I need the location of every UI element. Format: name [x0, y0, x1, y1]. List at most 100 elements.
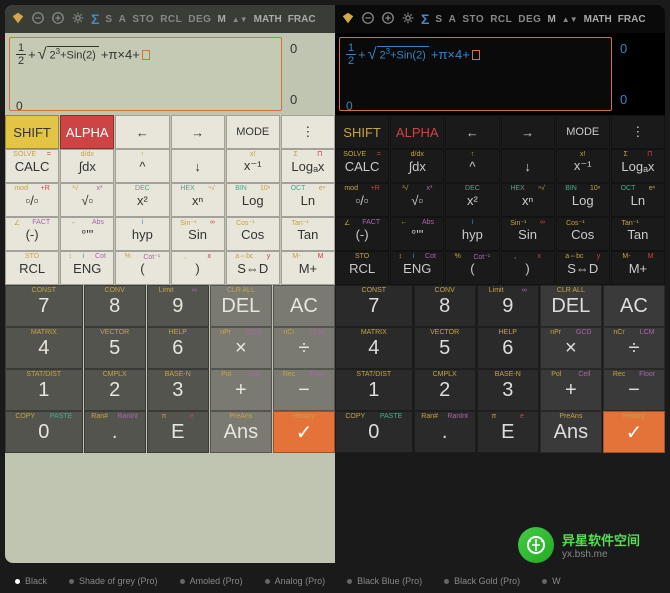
key-logx[interactable]: ΣΠ Logₐx — [281, 149, 335, 183]
key-logx[interactable]: ΣΠ Logₐx — [611, 149, 665, 183]
key-shift[interactable]: SHIFT — [5, 115, 59, 149]
key-sym[interactable]: ∠FACT (-) — [5, 217, 59, 251]
plus-icon[interactable] — [381, 11, 395, 28]
key-sym[interactable]: PolCeil + — [210, 369, 272, 411]
key-8[interactable]: CONV 8 — [84, 285, 146, 327]
key-sym[interactable]: ↑ ^ — [445, 149, 499, 183]
theme-option[interactable]: Black Gold (Pro) — [444, 576, 520, 586]
key-log[interactable]: BIN10ⁿ Log — [556, 183, 610, 217]
key-sym[interactable]: ⋮ — [281, 115, 335, 149]
key-sym[interactable]: ⋮ — [611, 115, 665, 149]
key-log[interactable]: BIN10ⁿ Log — [226, 183, 280, 217]
key-sym[interactable]: ← — [445, 115, 499, 149]
key-mode[interactable]: MODE — [556, 115, 610, 149]
theme-option[interactable]: W — [542, 576, 561, 586]
key-del[interactable]: CLR ALL DEL — [540, 285, 602, 327]
key-calc[interactable]: SOLVE= CALC — [335, 149, 389, 183]
key-ac[interactable]: AC — [603, 285, 665, 327]
theme-option[interactable]: Amoled (Pro) — [180, 576, 243, 586]
key-sym[interactable]: PolCeil + — [540, 369, 602, 411]
key-hyp[interactable]: i hyp — [445, 217, 499, 251]
gear-icon[interactable] — [71, 11, 85, 28]
key-sym[interactable]: → — [171, 115, 225, 149]
key-e[interactable]: πe E — [477, 411, 539, 453]
key-e[interactable]: πe E — [147, 411, 209, 453]
key-x[interactable]: HEXⁿ√ xⁿ — [171, 183, 225, 217]
key-x[interactable]: HEXⁿ√ xⁿ — [501, 183, 555, 217]
key-hyp[interactable]: i hyp — [115, 217, 169, 251]
key-rcl[interactable]: STO RCL — [335, 251, 389, 285]
key-x[interactable]: x! x⁻¹ — [226, 149, 280, 183]
key-3[interactable]: BASE-N 3 — [147, 369, 209, 411]
key-sym[interactable]: ↓ — [171, 149, 225, 183]
key-2[interactable]: CMPLX 2 — [414, 369, 476, 411]
key-sin[interactable]: Sin⁻¹∞ Sin — [171, 217, 225, 251]
key-sym[interactable]: mod+R ▫/▫ — [335, 183, 389, 217]
display-main[interactable]: 12 + 23+Sin(2) +π×4+ 0 — [339, 37, 612, 111]
key-sym[interactable]: ←Abs °'" — [390, 217, 444, 251]
key-sym[interactable]: History ✓ — [603, 411, 665, 453]
display-main[interactable]: 12 + 23+Sin(2) +π×4+ 0 — [9, 37, 282, 111]
key-1[interactable]: STAT/DIST 1 — [5, 369, 83, 411]
key-sym[interactable]: ↓ — [501, 149, 555, 183]
key-rcl[interactable]: STO RCL — [5, 251, 59, 285]
key-ln[interactable]: OCTeⁿ Ln — [611, 183, 665, 217]
key-ans[interactable]: PreAns Ans — [540, 411, 602, 453]
key-eng[interactable]: ↕iCot ENG — [390, 251, 444, 285]
key-sym[interactable]: Ran#RanInt . — [414, 411, 476, 453]
gear-icon[interactable] — [401, 11, 415, 28]
key-m[interactable]: M-M M+ — [281, 251, 335, 285]
minus-icon[interactable] — [361, 11, 375, 28]
key-sym[interactable]: RecFloor − — [603, 369, 665, 411]
key-4[interactable]: MATRIX 4 — [5, 327, 83, 369]
sigma-icon[interactable]: Σ — [421, 11, 429, 27]
key-7[interactable]: CONST 7 — [5, 285, 83, 327]
diamond-icon[interactable] — [341, 11, 355, 28]
key-eng[interactable]: ↕iCot ENG — [60, 251, 114, 285]
key-ln[interactable]: OCTeⁿ Ln — [281, 183, 335, 217]
key-sym[interactable]: ← — [115, 115, 169, 149]
key-x[interactable]: DEC x² — [445, 183, 499, 217]
key-tan[interactable]: Tan⁻¹ Tan — [611, 217, 665, 251]
key-sym[interactable]: nCrLCM ÷ — [603, 327, 665, 369]
theme-option[interactable]: Analog (Pro) — [265, 576, 326, 586]
key-m[interactable]: M-M M+ — [611, 251, 665, 285]
key-6[interactable]: HELP 6 — [147, 327, 209, 369]
key-sym[interactable]: ³√x³ √▫ — [60, 183, 114, 217]
key-7[interactable]: CONST 7 — [335, 285, 413, 327]
key-alpha[interactable]: ALPHA — [60, 115, 114, 149]
key-sym[interactable]: mod+R ▫/▫ — [5, 183, 59, 217]
key-3[interactable]: BASE-N 3 — [477, 369, 539, 411]
key-0[interactable]: COPYPASTE 0 — [335, 411, 413, 453]
key-x[interactable]: x! x⁻¹ — [556, 149, 610, 183]
theme-option[interactable]: Black Blue (Pro) — [347, 576, 422, 586]
key-sym[interactable]: nPrGCD × — [210, 327, 272, 369]
key-9[interactable]: Limit∞ 9 — [147, 285, 209, 327]
key-ans[interactable]: PreAns Ans — [210, 411, 272, 453]
plus-icon[interactable] — [51, 11, 65, 28]
theme-option[interactable]: Black — [15, 576, 47, 586]
key-ac[interactable]: AC — [273, 285, 335, 327]
key-8[interactable]: CONV 8 — [414, 285, 476, 327]
key-sd[interactable]: a⇔bcy S⇔D — [226, 251, 280, 285]
key-sin[interactable]: Sin⁻¹∞ Sin — [501, 217, 555, 251]
minus-icon[interactable] — [31, 11, 45, 28]
key-sym[interactable]: %Cot⁻¹ ( — [115, 251, 169, 285]
key-sym[interactable]: ³√x³ √▫ — [390, 183, 444, 217]
key-sym[interactable]: ,x ) — [171, 251, 225, 285]
key-2[interactable]: CMPLX 2 — [84, 369, 146, 411]
key-dx[interactable]: d/dx ∫dx — [60, 149, 114, 183]
key-calc[interactable]: SOLVE= CALC — [5, 149, 59, 183]
key-sym[interactable]: History ✓ — [273, 411, 335, 453]
key-cos[interactable]: Cos⁻¹ Cos — [556, 217, 610, 251]
key-6[interactable]: HELP 6 — [477, 327, 539, 369]
key-9[interactable]: Limit∞ 9 — [477, 285, 539, 327]
key-tan[interactable]: Tan⁻¹ Tan — [281, 217, 335, 251]
key-sym[interactable]: → — [501, 115, 555, 149]
key-del[interactable]: CLR ALL DEL — [210, 285, 272, 327]
key-sym[interactable]: ∠FACT (-) — [335, 217, 389, 251]
key-sym[interactable]: ←Abs °'" — [60, 217, 114, 251]
key-sym[interactable]: ,x ) — [501, 251, 555, 285]
key-mode[interactable]: MODE — [226, 115, 280, 149]
diamond-icon[interactable] — [11, 11, 25, 28]
